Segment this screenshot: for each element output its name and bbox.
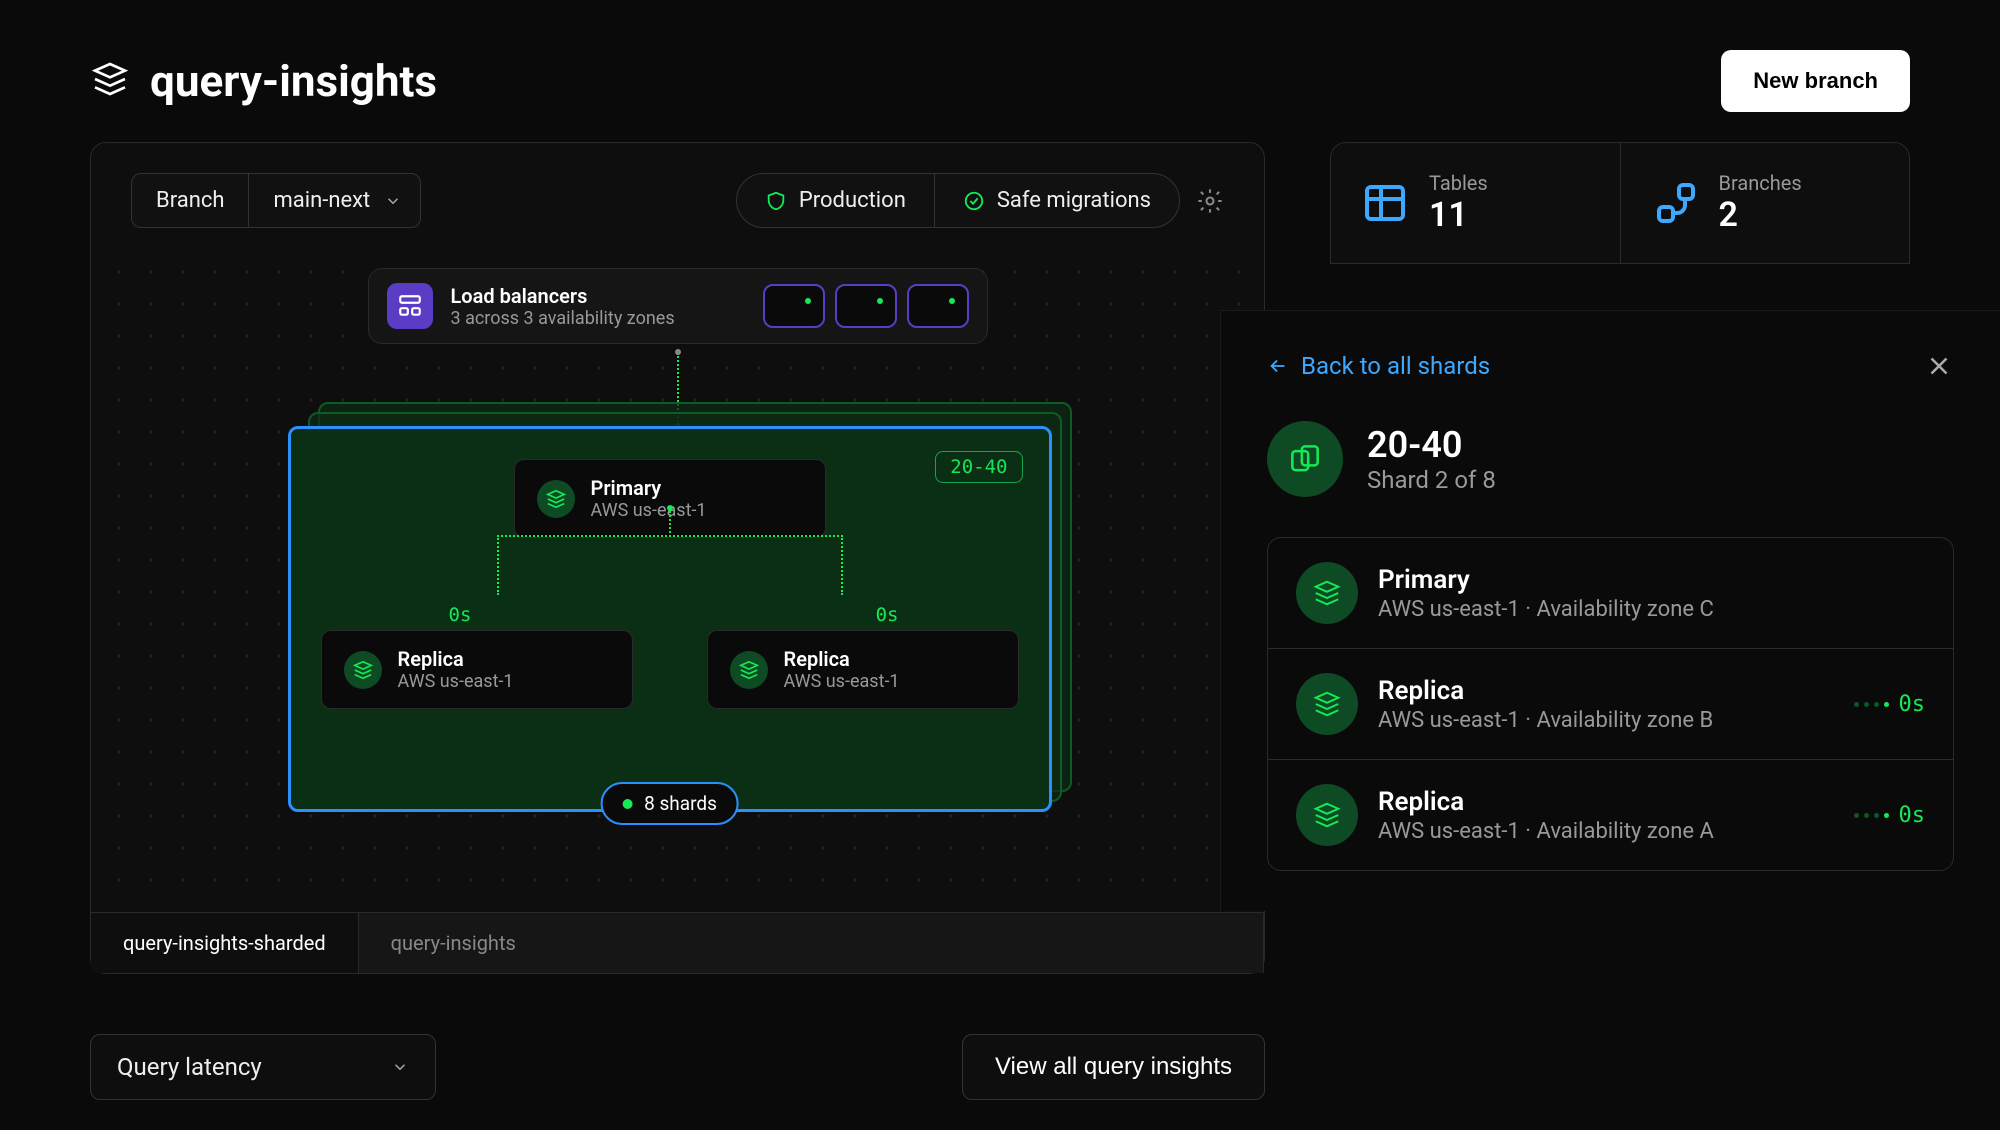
shard-icon <box>1267 421 1343 497</box>
tree-connector <box>497 535 843 595</box>
load-balancers-title: Load balancers <box>451 284 745 308</box>
replica-node-title: Replica <box>398 647 514 671</box>
node-icon <box>344 651 382 689</box>
stat-branches-label: Branches <box>1719 171 1802 195</box>
shard-node-row[interactable]: Replica AWS us-east-1 · Availability zon… <box>1268 760 1953 870</box>
tab-unsharded[interactable]: query-insights <box>359 913 1264 973</box>
replica-latency: 0s <box>876 604 899 626</box>
replica-node-card[interactable]: Replica AWS us-east-1 <box>707 630 1019 709</box>
branches-icon <box>1651 179 1699 227</box>
shards-count-label: 8 shards <box>644 792 717 815</box>
latency-dots-icon <box>1854 813 1889 818</box>
shard-node-subtitle: AWS us-east-1 · Availability zone A <box>1378 819 1834 844</box>
replica-node-region: AWS us-east-1 <box>784 671 900 692</box>
shard-detail-title: 20-40 <box>1367 424 1496 466</box>
shard-node-latency: 0s <box>1854 692 1926 717</box>
shard-detail-panel: Back to all shards 20-40 Shard 2 of 8 Pr… <box>1220 310 2000 911</box>
shard-node-subtitle: AWS us-east-1 · Availability zone C <box>1378 597 1925 622</box>
database-icon <box>90 59 130 103</box>
replica-latency: 0s <box>449 604 472 626</box>
chevron-down-icon <box>391 1058 409 1076</box>
shield-icon <box>765 190 787 212</box>
node-icon <box>1296 673 1358 735</box>
topology-panel: Branch main-next Production <box>90 142 1265 974</box>
shard-node-subtitle: AWS us-east-1 · Availability zone B <box>1378 708 1834 733</box>
primary-node-region: AWS us-east-1 <box>591 500 707 521</box>
topology-canvas: Load balancers 3 across 3 availability z… <box>95 248 1260 908</box>
topology-tabs: query-insights-sharded query-insights <box>91 912 1264 973</box>
primary-node-title: Primary <box>591 476 707 500</box>
load-balancer-node <box>907 284 969 328</box>
node-icon <box>1296 562 1358 624</box>
stat-tables-value: 11 <box>1429 195 1488 235</box>
branch-value: main-next <box>273 188 370 213</box>
shard-node-title: Replica <box>1378 676 1834 706</box>
load-balancer-node <box>763 284 825 328</box>
shard-node-row[interactable]: Primary AWS us-east-1 · Availability zon… <box>1268 538 1953 649</box>
shard-nodes-list: Primary AWS us-east-1 · Availability zon… <box>1267 537 1954 871</box>
node-icon <box>730 651 768 689</box>
shard-card: 20-40 Primary AWS us-east-1 <box>288 426 1052 812</box>
replica-node-card[interactable]: Replica AWS us-east-1 <box>321 630 633 709</box>
latency-dots-icon <box>1854 702 1889 707</box>
page-header: query-insights New branch <box>0 0 2000 142</box>
query-latency-select[interactable]: Query latency <box>90 1034 436 1100</box>
query-latency-label: Query latency <box>117 1053 262 1081</box>
node-icon <box>537 480 575 518</box>
new-branch-button[interactable]: New branch <box>1721 50 1910 112</box>
view-all-insights-button[interactable]: View all query insights <box>962 1034 1265 1100</box>
branch-label: Branch <box>131 173 248 228</box>
load-balancer-node <box>835 284 897 328</box>
arrow-left-icon <box>1267 355 1289 377</box>
shard-stack[interactable]: 20-40 Primary AWS us-east-1 <box>298 416 1058 826</box>
stat-branches[interactable]: Branches 2 <box>1620 142 1911 264</box>
branch-select[interactable]: main-next <box>248 173 421 228</box>
safe-migrations-badge[interactable]: Safe migrations <box>935 174 1179 227</box>
gear-icon[interactable] <box>1196 187 1224 215</box>
page-title: query-insights <box>150 55 437 107</box>
status-dot-icon <box>622 799 632 809</box>
shard-node-latency: 0s <box>1854 803 1926 828</box>
tables-icon <box>1361 179 1409 227</box>
stat-tables[interactable]: Tables 11 <box>1330 142 1620 264</box>
topology-toolbar: Branch main-next Production <box>91 143 1264 228</box>
load-balancer-icon <box>387 283 433 329</box>
shard-detail-subtitle: Shard 2 of 8 <box>1367 466 1496 494</box>
shard-node-title: Replica <box>1378 787 1834 817</box>
stat-tables-label: Tables <box>1429 171 1488 195</box>
shard-range-tag: 20-40 <box>935 451 1022 483</box>
stats-row: Tables 11 Branches 2 <box>1330 142 1910 264</box>
close-icon[interactable] <box>1924 351 1954 381</box>
load-balancers-card[interactable]: Load balancers 3 across 3 availability z… <box>368 268 988 344</box>
environment-pill: Production Safe migrations <box>736 173 1180 228</box>
production-badge[interactable]: Production <box>737 174 935 227</box>
replica-node-title: Replica <box>784 647 900 671</box>
tab-sharded[interactable]: query-insights-sharded <box>91 913 359 973</box>
shard-node-title: Primary <box>1378 565 1925 595</box>
shards-count-pill[interactable]: 8 shards <box>600 782 739 825</box>
load-balancers-subtitle: 3 across 3 availability zones <box>451 308 745 329</box>
replica-node-region: AWS us-east-1 <box>398 671 514 692</box>
back-to-shards-link[interactable]: Back to all shards <box>1267 352 1490 380</box>
check-circle-icon <box>963 190 985 212</box>
shard-node-row[interactable]: Replica AWS us-east-1 · Availability zon… <box>1268 649 1953 760</box>
node-icon <box>1296 784 1358 846</box>
back-label: Back to all shards <box>1301 352 1490 380</box>
stat-branches-value: 2 <box>1719 195 1802 235</box>
chevron-down-icon <box>384 192 402 210</box>
